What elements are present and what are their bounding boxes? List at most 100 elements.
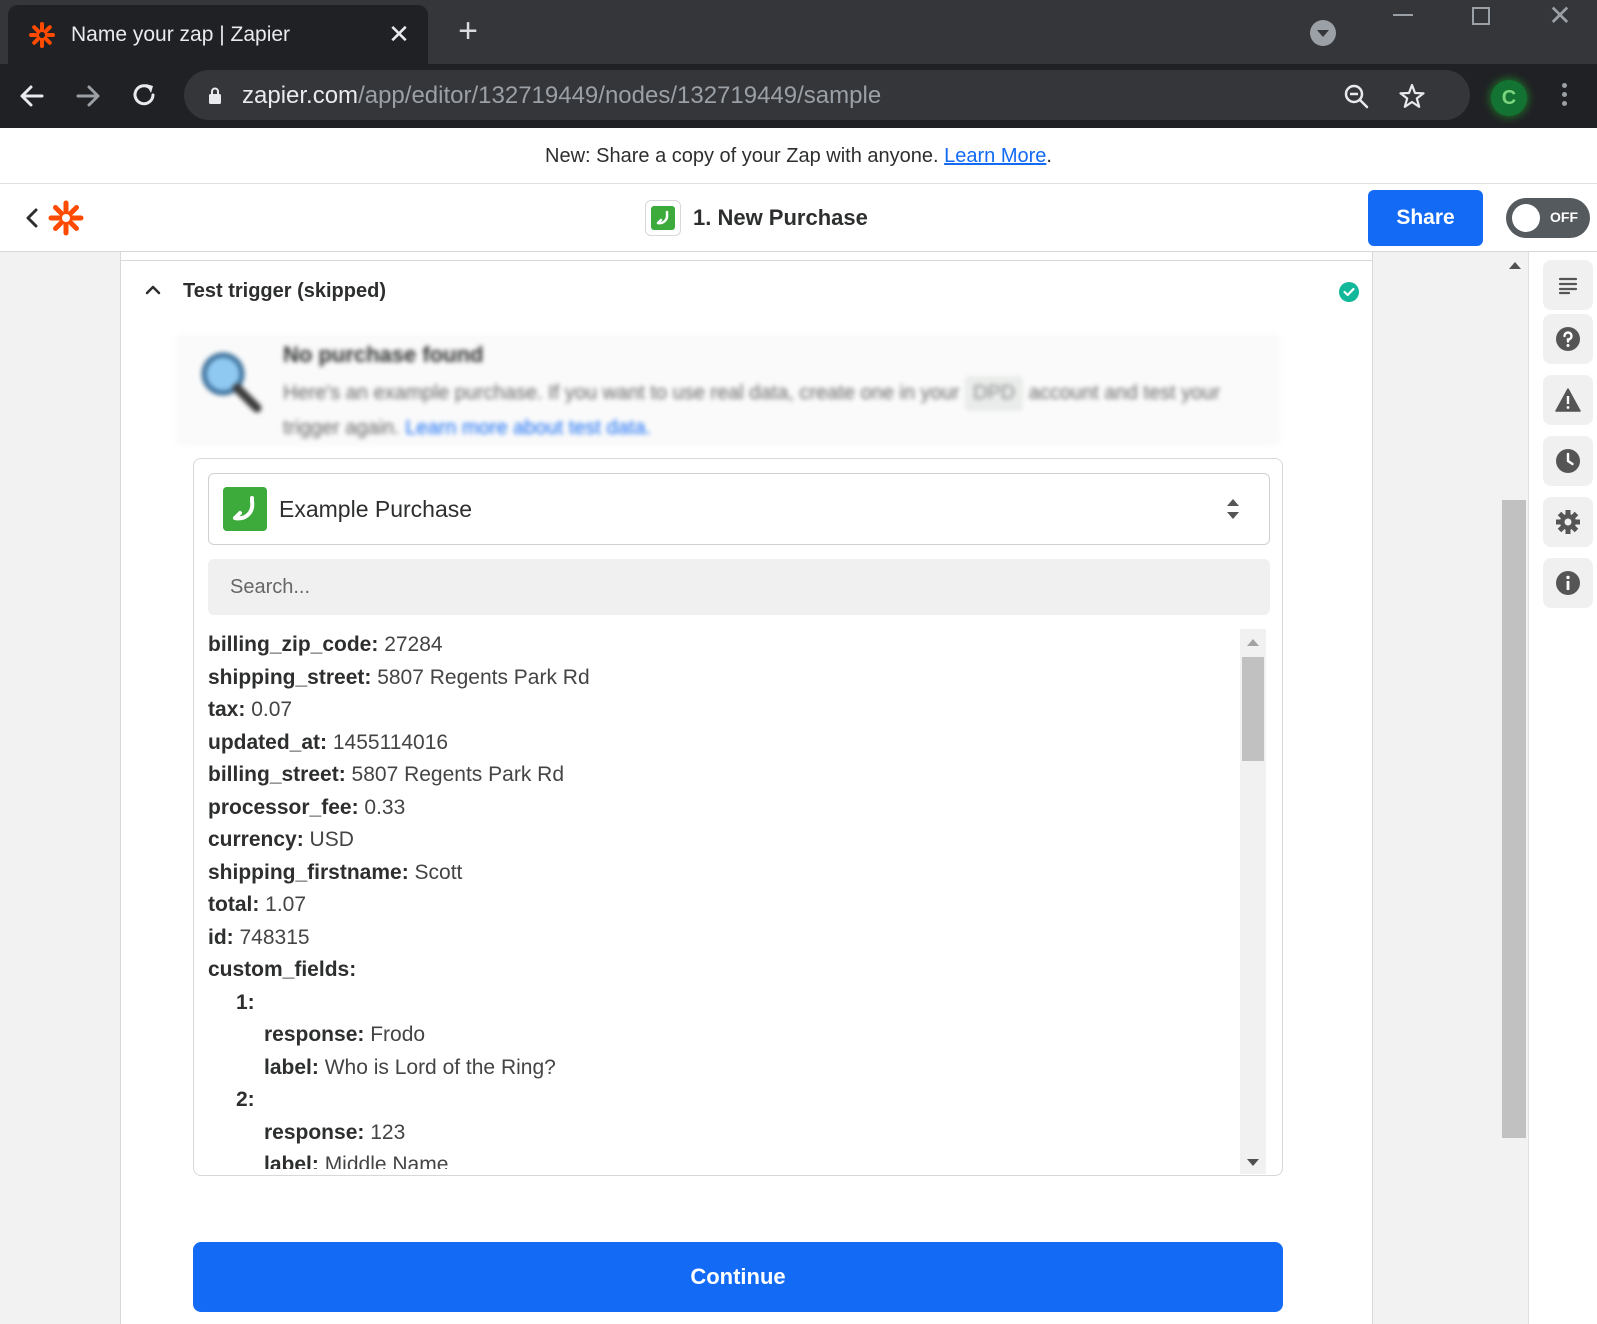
minimize-window-icon[interactable]: [1393, 14, 1413, 16]
url-path: /app/editor/132719449/nodes/132719449/sa…: [358, 82, 882, 109]
announcement-text: New: Share a copy of your Zap with anyon…: [545, 145, 945, 167]
zapier-logo-icon[interactable]: [48, 200, 84, 236]
address-bar[interactable]: zapier.com/app/editor/132719449/nodes/13…: [184, 70, 1470, 120]
settings-icon: [1556, 510, 1580, 534]
field-key: shipping_street:: [208, 665, 372, 689]
chevron-up-icon[interactable]: [143, 280, 163, 300]
record-label: Example Purchase: [279, 496, 473, 522]
field-row: custom_fields:: [208, 954, 1242, 987]
page-scroll-up-arrow-icon[interactable]: [1509, 262, 1521, 269]
field-key: total:: [208, 893, 260, 916]
test-trigger-section-header[interactable]: Test trigger (skipped): [121, 268, 1372, 314]
field-key: updated_at:: [208, 730, 328, 754]
toggle-knob: [1512, 204, 1540, 232]
info-button[interactable]: [1543, 558, 1593, 608]
field-row: tax: 0.07: [208, 694, 1242, 727]
field-row: label: Middle Name: [208, 1149, 1242, 1169]
field-value: Frodo: [364, 1023, 426, 1046]
notice-text: Here's an example purchase. If you want …: [283, 376, 1263, 446]
field-key: response:: [264, 1023, 365, 1046]
url-host: zapier.com: [242, 82, 359, 109]
scrollbar-thumb[interactable]: [1242, 657, 1264, 761]
browser-tab-strip: Name your zap | Zapier ✕ + ✕: [0, 0, 1597, 64]
section-title: Test trigger (skipped): [183, 280, 386, 302]
field-row: response: Frodo: [208, 1019, 1242, 1052]
url-text: zapier.com/app/editor/132719449/nodes/13…: [242, 82, 881, 110]
scroll-down-arrow-icon[interactable]: [1247, 1159, 1259, 1166]
profile-avatar[interactable]: C: [1491, 80, 1527, 116]
notice-title: No purchase found: [283, 342, 484, 367]
scroll-up-arrow-icon[interactable]: [1247, 639, 1259, 646]
share-button[interactable]: Share: [1368, 190, 1483, 246]
reload-icon[interactable]: [126, 78, 162, 114]
field-key: 2:: [236, 1088, 255, 1111]
dpd-app-chip: DPD: [964, 376, 1024, 411]
field-key: custom_fields:: [208, 958, 357, 981]
sample-field-list: billing_zip_code: 27284 shipping_street: …: [208, 629, 1242, 1169]
history-icon: [1556, 449, 1580, 473]
field-key: shipping_firstname:: [208, 860, 409, 884]
test-data-link[interactable]: Learn more about test data.: [405, 417, 651, 439]
field-value: 1.07: [259, 893, 307, 916]
field-key: label:: [264, 1153, 319, 1169]
field-key: currency:: [208, 828, 304, 851]
lock-icon: [209, 87, 221, 104]
field-row: billing_street: 5807 Regents Park Rd: [208, 759, 1242, 792]
toggle-label: OFF: [1550, 209, 1578, 225]
dpd-logo-icon: [223, 487, 267, 531]
help-button[interactable]: [1543, 314, 1593, 364]
announcement-bar: New: Share a copy of your Zap with anyon…: [0, 128, 1597, 184]
close-window-icon[interactable]: ✕: [1546, 2, 1574, 30]
field-value: Scott: [408, 860, 463, 884]
magnifying-glass-icon: [201, 352, 262, 413]
warning-button[interactable]: [1543, 375, 1593, 425]
field-key: id:: [208, 925, 234, 949]
field-row: total: 1.07: [208, 889, 1242, 922]
browser-tab[interactable]: Name your zap | Zapier ✕: [8, 5, 428, 64]
field-row: response: 123: [208, 1117, 1242, 1150]
field-row: shipping_street: 5807 Regents Park Rd: [208, 662, 1242, 695]
right-sidebar: [1528, 252, 1597, 1324]
field-row: shipping_firstname: Scott: [208, 857, 1242, 890]
select-arrows-icon: [1227, 499, 1239, 519]
field-key: response:: [264, 1120, 365, 1144]
page-scrollbar[interactable]: [1502, 252, 1528, 1324]
editor-header: 1. New Purchase Share OFF: [0, 184, 1597, 252]
check-circle-icon: [1339, 282, 1359, 302]
forward-arrow-icon[interactable]: [70, 78, 106, 114]
browser-toolbar: zapier.com/app/editor/132719449/nodes/13…: [0, 64, 1597, 128]
record-selector[interactable]: Example Purchase: [208, 473, 1270, 545]
bookmark-star-icon[interactable]: [1398, 82, 1426, 110]
field-search-input[interactable]: [208, 559, 1270, 615]
notes-button[interactable]: [1543, 260, 1593, 310]
help-icon: [1556, 327, 1580, 351]
zap-on-off-toggle[interactable]: OFF: [1506, 198, 1590, 238]
field-row: label: Who is Lord of the Ring?: [208, 1052, 1242, 1085]
field-value: 27284: [378, 633, 443, 656]
tab-title: Name your zap | Zapier: [71, 23, 291, 46]
maximize-window-icon[interactable]: [1472, 7, 1490, 25]
step-title: 1. New Purchase: [693, 205, 868, 230]
new-tab-icon[interactable]: +: [452, 14, 484, 48]
tab-close-icon[interactable]: ✕: [386, 21, 412, 47]
field-value: 123: [364, 1120, 406, 1144]
back-chevron-icon[interactable]: [22, 204, 42, 232]
field-key: billing_street:: [208, 763, 346, 786]
tab-search-icon[interactable]: [1310, 20, 1336, 46]
field-row: processor_fee: 0.33: [208, 792, 1242, 825]
field-list-scrollbar[interactable]: [1240, 629, 1266, 1174]
field-value: USD: [303, 828, 354, 851]
field-key: billing_zip_code:: [208, 633, 379, 656]
learn-more-link[interactable]: Learn More: [944, 145, 1046, 167]
field-row: id: 748315: [208, 922, 1242, 955]
step-title-group: 1. New Purchase: [645, 198, 868, 238]
browser-menu-icon[interactable]: [1560, 80, 1568, 112]
back-arrow-icon[interactable]: [14, 78, 50, 114]
settings-button[interactable]: [1543, 497, 1593, 547]
zoom-icon[interactable]: [1342, 82, 1370, 110]
no-data-notice: No purchase found Here's an example purc…: [175, 334, 1281, 446]
page-scrollbar-thumb[interactable]: [1502, 500, 1526, 1138]
history-button[interactable]: [1543, 436, 1593, 486]
continue-button[interactable]: Continue: [193, 1242, 1283, 1312]
zapier-favicon-icon: [29, 22, 55, 48]
